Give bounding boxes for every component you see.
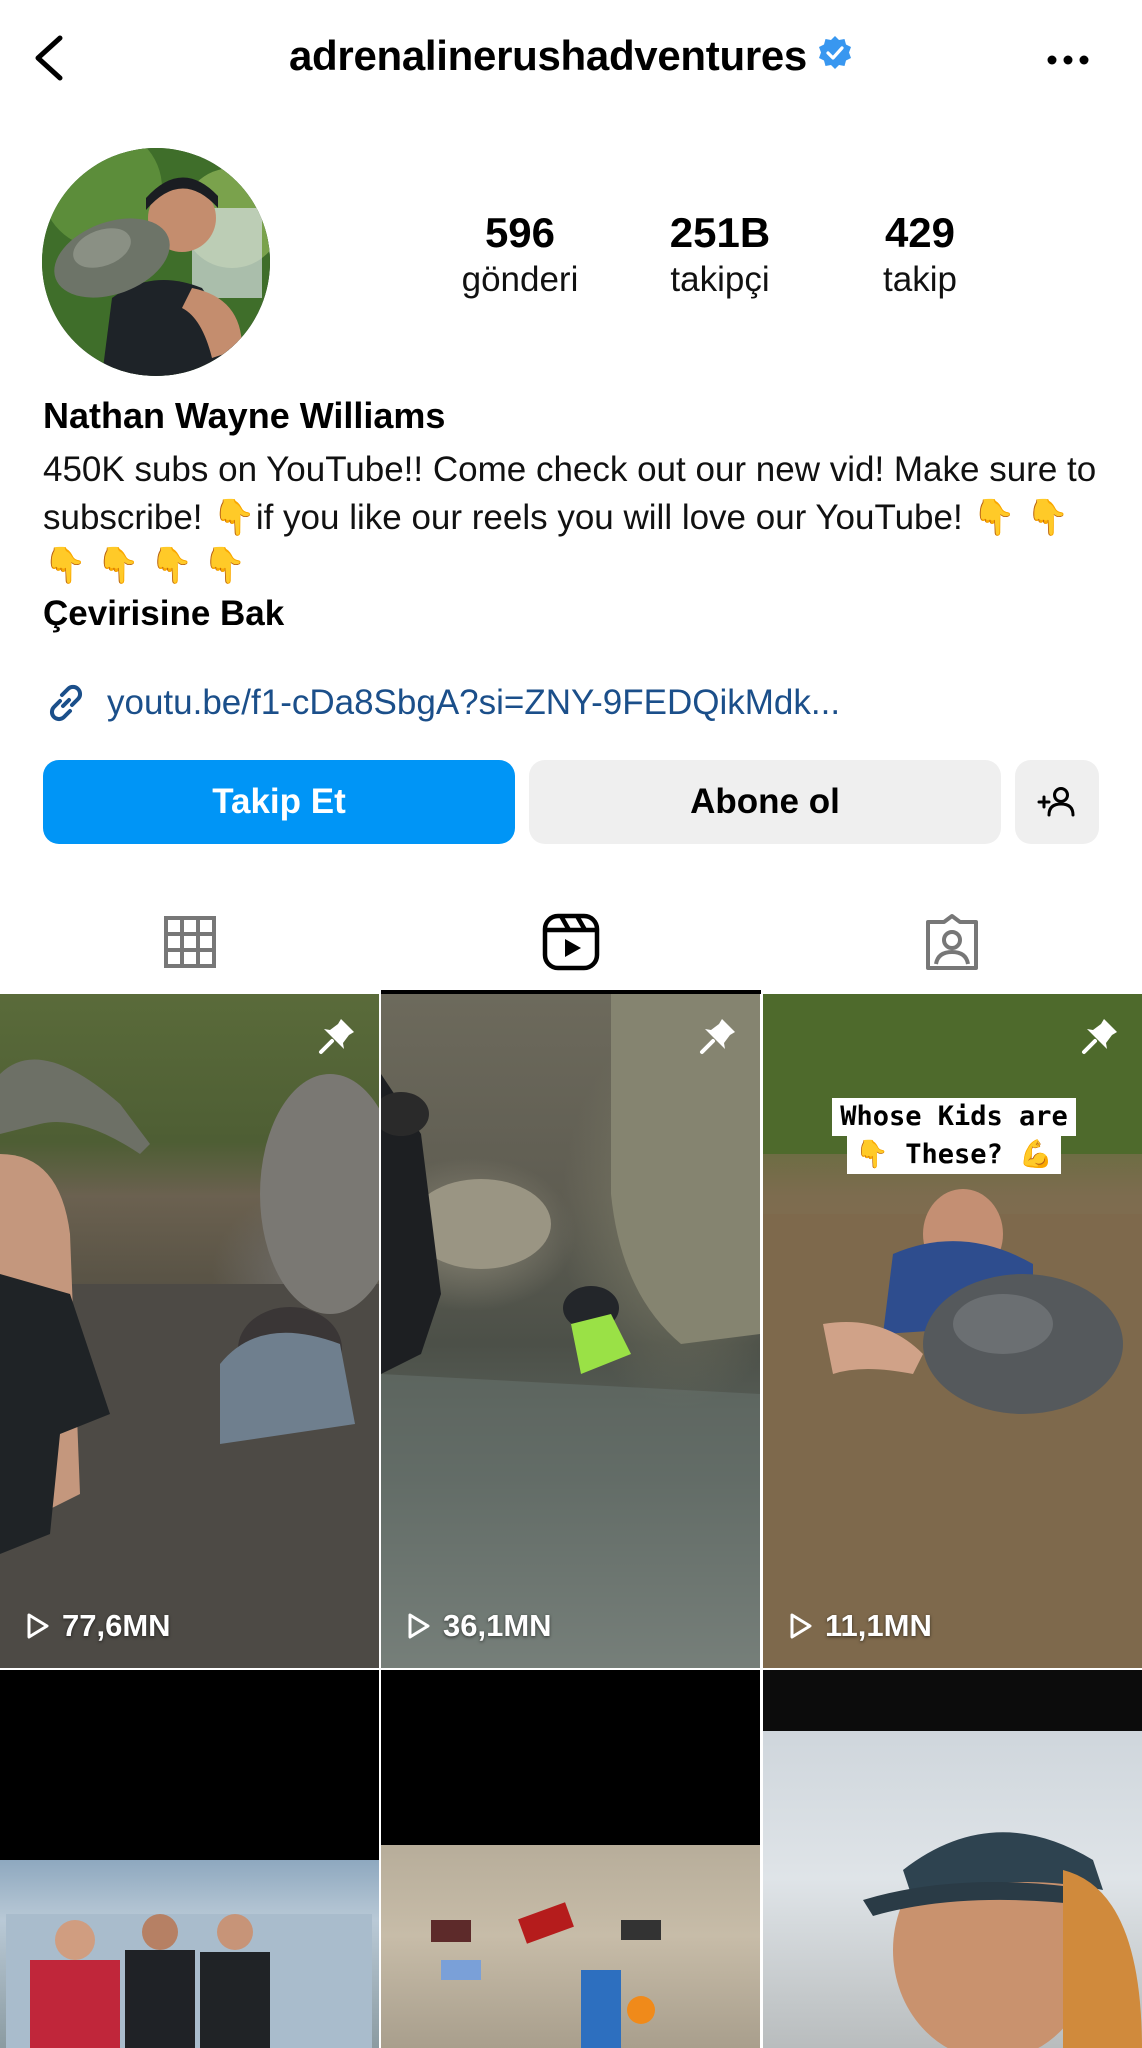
tab-tagged[interactable] bbox=[762, 890, 1142, 994]
profile-link-text: youtu.be/f1-cDa8SbgA?si=ZNY-9FEDQikMdk..… bbox=[107, 683, 841, 722]
reel-item[interactable]: 77,6MN bbox=[0, 994, 379, 1668]
reel-thumbnail-scene bbox=[6, 1914, 372, 2048]
pinned-icon bbox=[319, 1019, 354, 1054]
stat-following-label: takip bbox=[883, 260, 957, 299]
profile-username: adrenalinerushadventures bbox=[289, 32, 807, 79]
reel-thumbnail-scene bbox=[431, 1902, 661, 2048]
stat-posts-label: gönderi bbox=[461, 260, 579, 299]
stat-posts-count: 596 bbox=[484, 209, 556, 256]
profile-avatar[interactable] bbox=[42, 148, 270, 376]
reel-view-count: 36,1MN bbox=[403, 1606, 552, 1646]
profile-tabs bbox=[0, 890, 1142, 994]
link-icon bbox=[49, 684, 83, 722]
tab-grid[interactable] bbox=[0, 890, 380, 994]
grid-icon bbox=[164, 916, 216, 968]
reels-grid: 77,6MN 36,1MN Whose Kids are 👇 These? 💪 … bbox=[0, 994, 1142, 2048]
reel-item[interactable] bbox=[763, 1670, 1142, 2048]
stat-following[interactable]: 429 takip bbox=[820, 208, 1020, 308]
username-title-wrap: adrenalinerushadventures bbox=[0, 32, 1142, 86]
play-icon bbox=[27, 1613, 49, 1639]
profile-name: Nathan Wayne Williams bbox=[43, 395, 446, 436]
reel-thumbnail-scene bbox=[763, 994, 1142, 1668]
see-translation-link[interactable]: Çevirisine Bak bbox=[43, 590, 284, 638]
top-bar: adrenalinerushadventures bbox=[0, 0, 1142, 120]
profile-bio: 450K subs on YouTube!! Come check out ou… bbox=[43, 450, 1097, 585]
profile-stats: 596 gönderi 251B takipçi 429 takip bbox=[420, 208, 1020, 308]
reel-views-text: 36,1MN bbox=[443, 1608, 552, 1643]
follow-button[interactable]: Takip Et bbox=[43, 760, 515, 844]
verified-badge-icon bbox=[817, 35, 853, 71]
subscribe-button[interactable]: Abone ol bbox=[529, 760, 1001, 844]
reel-thumbnail-scene bbox=[381, 994, 760, 1668]
stat-followers-count: 251B bbox=[669, 209, 771, 256]
pinned-icon bbox=[700, 1019, 735, 1054]
reel-view-count: 77,6MN bbox=[22, 1606, 171, 1646]
reel-view-count: 11,1MN bbox=[785, 1606, 932, 1646]
profile-link[interactable]: youtu.be/f1-cDa8SbgA?si=ZNY-9FEDQikMdk..… bbox=[43, 678, 840, 728]
play-icon bbox=[408, 1613, 430, 1639]
stat-followers[interactable]: 251B takipçi bbox=[620, 208, 820, 308]
reel-item[interactable]: 36,1MN bbox=[381, 994, 760, 1668]
reel-thumbnail-scene bbox=[0, 1059, 379, 1668]
avatar-image bbox=[42, 148, 270, 376]
more-options-button[interactable] bbox=[1044, 40, 1092, 80]
stat-following-count: 429 bbox=[884, 209, 956, 256]
stat-followers-label: takipçi bbox=[670, 260, 770, 299]
reel-item[interactable]: Whose Kids are 👇 These? 💪 11,1MN bbox=[763, 994, 1142, 1668]
play-icon bbox=[790, 1613, 812, 1639]
tagged-icon bbox=[926, 914, 978, 970]
reels-icon bbox=[542, 913, 600, 971]
tab-reels[interactable] bbox=[381, 890, 761, 994]
reel-caption-line-2: 👇 These? 💪 bbox=[847, 1136, 1061, 1174]
reel-views-text: 77,6MN bbox=[62, 1608, 171, 1643]
reel-caption-line-1: Whose Kids are bbox=[832, 1098, 1076, 1136]
more-dots-icon bbox=[1047, 55, 1089, 65]
reel-thumbnail-scene bbox=[863, 1832, 1142, 2048]
pinned-icon bbox=[1082, 1019, 1117, 1054]
reel-item[interactable] bbox=[381, 1670, 760, 2048]
add-person-icon bbox=[1037, 787, 1075, 817]
stat-posts[interactable]: 596 gönderi bbox=[420, 208, 620, 308]
reel-views-text: 11,1MN bbox=[825, 1608, 932, 1643]
reel-caption: Whose Kids are 👇 These? 💪 bbox=[799, 1098, 1109, 1174]
suggested-users-button[interactable] bbox=[1015, 760, 1099, 844]
reel-item[interactable] bbox=[0, 1670, 379, 2048]
